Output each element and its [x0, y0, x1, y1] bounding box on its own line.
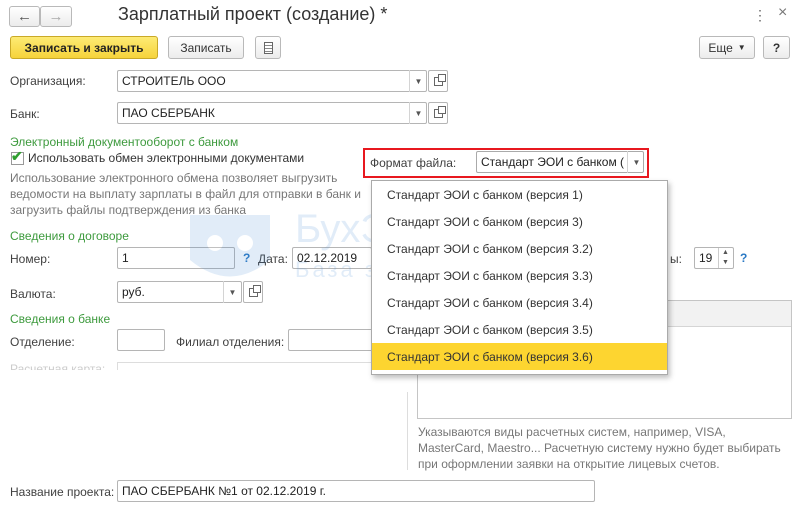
project-name-value: ПАО СБЕРБАНК №1 от 02.12.2019 г.: [122, 484, 326, 498]
document-list-button[interactable]: [255, 36, 281, 59]
number-field[interactable]: 1: [117, 247, 235, 269]
organization-label: Организация:: [10, 74, 86, 88]
days-label-partial: ы:: [670, 252, 682, 266]
format-option[interactable]: Стандарт ЭОИ с банком (версия 1): [372, 181, 667, 208]
format-dropdown-button[interactable]: ▼: [627, 151, 645, 173]
format-field[interactable]: Стандарт ЭОИ с банком (: [476, 151, 644, 173]
currency-dropdown-button[interactable]: ▼: [223, 281, 241, 303]
payment-hint-line-3: при оформлении заявки на открытие лицевы…: [418, 457, 720, 471]
save-and-close-button[interactable]: Записать и закрыть: [10, 36, 158, 59]
branch-field[interactable]: [117, 329, 165, 351]
use-edo-checkbox-label[interactable]: Использовать обмен электронными документ…: [28, 151, 304, 165]
format-option[interactable]: Стандарт ЭОИ с банком (версия 3.4): [372, 289, 667, 316]
edo-section-title: Электронный документооборот с банком: [10, 135, 239, 149]
days-help-icon[interactable]: ?: [740, 251, 747, 265]
bank-value: ПАО СБЕРБАНК: [122, 106, 215, 120]
number-help-icon[interactable]: ?: [243, 251, 250, 265]
format-option[interactable]: Стандарт ЭОИ с банком (версия 3.5): [372, 316, 667, 343]
arrow-right-icon: →: [48, 8, 64, 25]
open-window-icon: [433, 73, 446, 86]
date-value: 02.12.2019: [297, 251, 358, 265]
format-option[interactable]: Стандарт ЭОИ с банком (версия 3): [372, 208, 667, 235]
organization-value: СТРОИТЕЛЬ ООО: [122, 74, 226, 88]
bank-label: Банк:: [10, 107, 40, 121]
currency-open-button[interactable]: [243, 281, 263, 303]
project-name-field[interactable]: ПАО СБЕРБАНК №1 от 02.12.2019 г.: [117, 480, 595, 502]
format-label: Формат файла:: [370, 156, 457, 170]
filial-label: Филиал отделения:: [176, 335, 285, 349]
organization-field[interactable]: СТРОИТЕЛЬ ООО: [117, 70, 427, 92]
edo-hint-line-2: ведомости на выплату зарплаты в файл для…: [10, 187, 361, 201]
days-stepper[interactable]: ▲ ▼: [718, 248, 732, 268]
filial-field[interactable]: [288, 329, 378, 351]
project-name-label: Название проекта:: [10, 485, 115, 499]
number-value: 1: [122, 251, 129, 265]
close-icon[interactable]: ×: [778, 4, 787, 22]
format-option[interactable]: Стандарт ЭОИ с банком (версия 3.2): [372, 235, 667, 262]
format-option[interactable]: Стандарт ЭОИ с банком (версия 3.3): [372, 262, 667, 289]
page-title: Зарплатный проект (создание) *: [118, 4, 388, 24]
currency-label: Валюта:: [10, 287, 56, 301]
edo-hint-line-1: Использование электронного обмена позвол…: [10, 171, 338, 185]
vertical-dots-icon[interactable]: ⋮: [753, 7, 767, 24]
branch-label: Отделение:: [10, 335, 75, 349]
open-window-icon: [433, 105, 446, 118]
save-button[interactable]: Записать: [168, 36, 244, 59]
chevron-down-icon: ▼: [632, 157, 641, 167]
date-field[interactable]: 02.12.2019: [292, 247, 372, 269]
chevron-down-icon: ▼: [414, 108, 423, 118]
back-button[interactable]: ←: [9, 6, 40, 27]
days-value: 19: [699, 251, 713, 265]
arrow-left-icon: ←: [17, 8, 32, 25]
organization-open-button[interactable]: [428, 70, 448, 92]
help-button[interactable]: ?: [763, 36, 790, 59]
chevron-down-icon: ▼: [737, 43, 746, 52]
number-label: Номер:: [10, 252, 51, 266]
more-label: Еще: [708, 40, 733, 55]
use-edo-checkbox[interactable]: ✔: [11, 148, 24, 165]
payment-hint-line-2: MasterCard, Maestro... Расчетную систему…: [418, 441, 781, 455]
cut-field[interactable]: [117, 362, 377, 370]
chevron-down-icon: ▼: [228, 287, 237, 297]
bank-dropdown-button[interactable]: ▼: [409, 102, 427, 124]
edo-hint-line-3: загрузить файлы подтверждения из банка: [10, 203, 247, 217]
bank-info-section-title: Сведения о банке: [10, 312, 111, 326]
cut-label: Расчетная карта:: [10, 362, 106, 370]
payment-hint-line-1: Указываются виды расчетных систем, напри…: [418, 425, 726, 439]
chevron-down-icon: ▼: [414, 76, 423, 86]
date-label: Дата:: [258, 252, 288, 266]
format-value: Стандарт ЭОИ с банком (: [481, 155, 625, 169]
more-button[interactable]: Еще ▼: [699, 36, 755, 59]
checkmark-icon: ✔: [11, 148, 23, 164]
contract-section-title: Сведения о договоре: [10, 229, 129, 243]
divider: [407, 392, 408, 470]
organization-dropdown-button[interactable]: ▼: [409, 70, 427, 92]
forward-button[interactable]: →: [40, 6, 72, 27]
bank-open-button[interactable]: [428, 102, 448, 124]
currency-value: руб.: [122, 285, 145, 299]
format-dropdown-menu[interactable]: Стандарт ЭОИ с банком (версия 1) Стандар…: [371, 180, 668, 375]
document-list-icon: [263, 41, 273, 54]
format-option-selected[interactable]: Стандарт ЭОИ с банком (версия 3.6): [372, 343, 667, 370]
bank-field[interactable]: ПАО СБЕРБАНК: [117, 102, 427, 124]
open-window-icon: [248, 284, 261, 297]
